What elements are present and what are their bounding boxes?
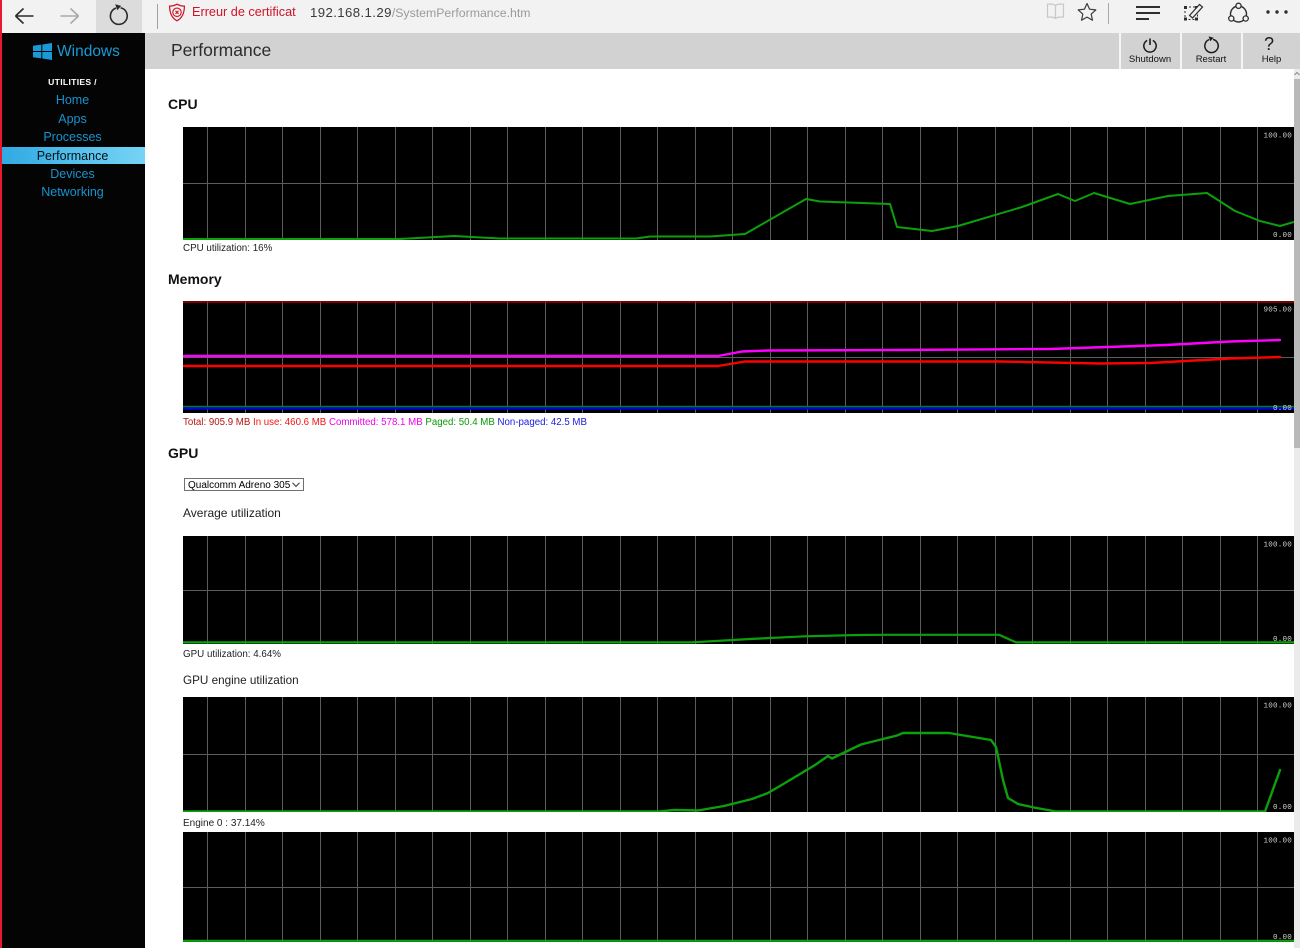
svg-text:100.00: 100.00: [1263, 133, 1292, 141]
svg-text:0.00: 0.00: [1273, 232, 1292, 240]
svg-text:0.00: 0.00: [1273, 405, 1292, 413]
svg-text:0.00: 0.00: [1273, 636, 1292, 644]
svg-text:905.00: 905.00: [1263, 307, 1292, 315]
svg-text:0.00: 0.00: [1273, 934, 1292, 942]
svg-text:100.00: 100.00: [1263, 838, 1292, 846]
svg-text:0.00: 0.00: [1273, 804, 1292, 812]
svg-text:100.00: 100.00: [1263, 703, 1292, 711]
svg-text:100.00: 100.00: [1263, 542, 1292, 550]
